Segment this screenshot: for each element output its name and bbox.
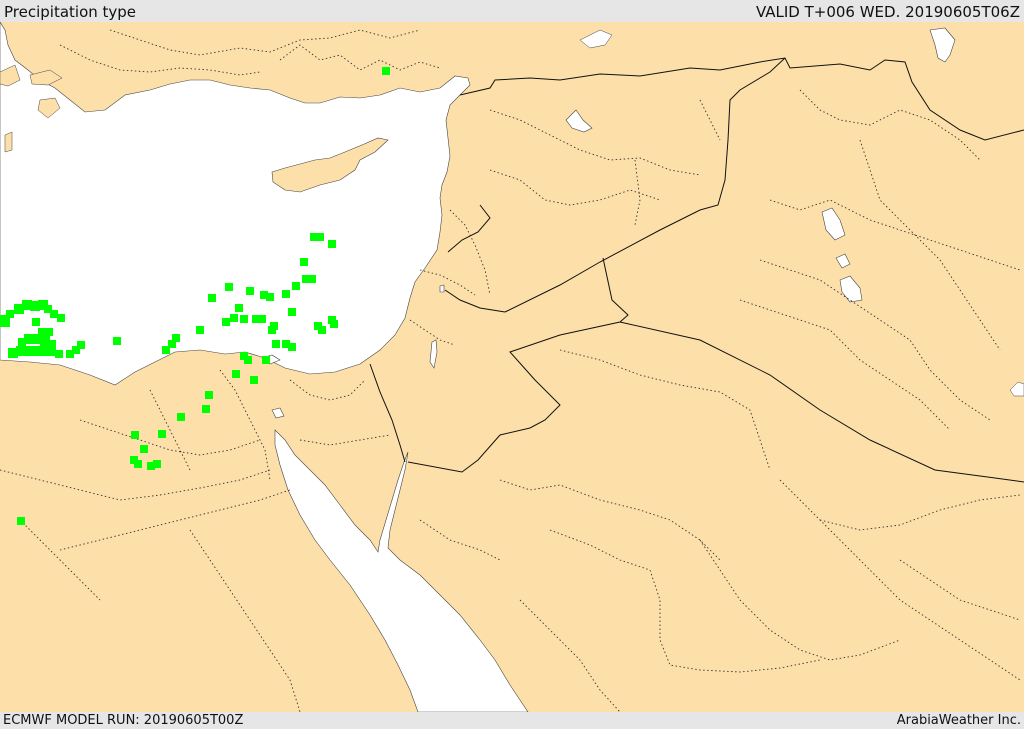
rain-cell bbox=[55, 350, 63, 358]
rain-cell bbox=[272, 340, 280, 348]
map-title: Precipitation type bbox=[4, 3, 137, 21]
rain-cell bbox=[205, 391, 213, 399]
rain-cell bbox=[48, 348, 56, 356]
rain-cell bbox=[300, 258, 308, 266]
rain-cell bbox=[270, 322, 278, 330]
rain-cell bbox=[282, 290, 290, 298]
header-bar: Precipitation type VALID T+006 WED. 2019… bbox=[0, 0, 1024, 22]
footer-bar: ECMWF MODEL RUN: 20190605T00Z ArabiaWeat… bbox=[0, 712, 1024, 729]
rain-cell bbox=[330, 320, 338, 328]
rain-cell bbox=[208, 294, 216, 302]
rain-cell bbox=[244, 356, 252, 364]
rain-cell bbox=[250, 376, 258, 384]
rain-cell bbox=[113, 337, 121, 345]
model-run: ECMWF MODEL RUN: 20190605T00Z bbox=[3, 713, 244, 728]
rain-cell bbox=[258, 315, 266, 323]
rain-cell bbox=[225, 283, 233, 291]
rain-cell bbox=[6, 310, 14, 318]
rain-cell bbox=[57, 314, 65, 322]
rain-cell bbox=[172, 334, 180, 342]
rain-cell bbox=[316, 233, 324, 241]
rain-cell bbox=[230, 314, 238, 322]
rain-cell bbox=[45, 328, 53, 336]
rain-cell bbox=[235, 304, 243, 312]
rain-cell bbox=[131, 431, 139, 439]
rain-cell bbox=[292, 282, 300, 290]
rain-cell bbox=[222, 318, 230, 326]
rain-cell bbox=[240, 315, 248, 323]
rain-cell bbox=[32, 318, 40, 326]
rain-cell bbox=[328, 240, 336, 248]
rain-cell bbox=[202, 405, 210, 413]
precipitation-map bbox=[0, 22, 1024, 712]
rain-cell bbox=[140, 445, 148, 453]
rain-cell bbox=[246, 287, 254, 295]
rain-cell bbox=[158, 430, 166, 438]
rain-cell bbox=[50, 310, 58, 318]
rain-cell bbox=[17, 517, 25, 525]
valid-time: VALID T+006 WED. 20190605T06Z bbox=[755, 3, 1020, 21]
rain-cell bbox=[196, 326, 204, 334]
rain-cell bbox=[308, 275, 316, 283]
rain-cell bbox=[177, 413, 185, 421]
rain-cell bbox=[266, 293, 274, 301]
rain-cell bbox=[318, 326, 326, 334]
rain-cell bbox=[134, 460, 142, 468]
rain-cell bbox=[382, 67, 390, 75]
rain-cell bbox=[288, 343, 296, 351]
rain-cell bbox=[288, 308, 296, 316]
rain-cell bbox=[77, 341, 85, 349]
rain-cell bbox=[153, 460, 161, 468]
credit-text: ArabiaWeather Inc. bbox=[896, 713, 1021, 728]
rain-cell bbox=[232, 370, 240, 378]
sea-of-galilee bbox=[439, 284, 445, 293]
rain-cell bbox=[262, 356, 270, 364]
aegean-island bbox=[4, 131, 13, 153]
